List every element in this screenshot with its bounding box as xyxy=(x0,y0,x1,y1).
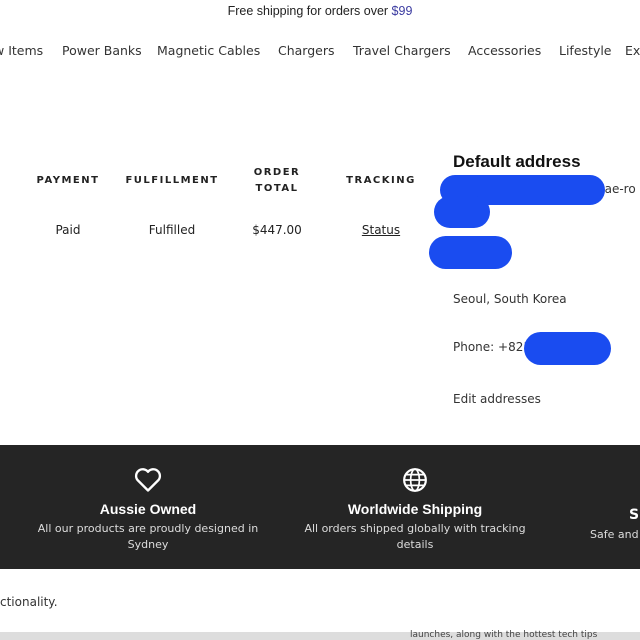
banner-text: Free shipping for orders over xyxy=(227,4,392,18)
feature-text: Safe and xyxy=(590,528,639,541)
redaction-mark xyxy=(524,332,611,365)
features-band: Aussie Owned All our products are proudl… xyxy=(0,445,640,569)
nav-accessories[interactable]: Accessories xyxy=(468,43,541,58)
footer-text: ctionality. xyxy=(0,595,58,609)
nav-lifestyle[interactable]: Lifestyle xyxy=(559,43,612,58)
nav-travel-chargers[interactable]: Travel Chargers xyxy=(353,43,451,58)
header-payment: PAYMENT xyxy=(36,175,100,186)
redaction-mark xyxy=(429,236,512,269)
shipping-banner: Free shipping for orders over $99 xyxy=(0,4,640,18)
header-tracking: TRACKING xyxy=(346,175,416,186)
feature-aussie-owned: Aussie Owned All our products are proudl… xyxy=(28,467,268,553)
feature-title: S xyxy=(629,507,640,523)
nav-power-banks[interactable]: Power Banks xyxy=(62,43,142,58)
payment-status: Paid xyxy=(55,223,81,237)
nav-new-items[interactable]: w Items xyxy=(0,43,43,58)
nav-magnetic-cables[interactable]: Magnetic Cables xyxy=(157,43,260,58)
address-city: Seoul, South Korea xyxy=(453,292,567,306)
heart-icon xyxy=(134,468,162,492)
banner-amount[interactable]: $99 xyxy=(392,4,413,18)
feature-text: All our products are proudly designed in… xyxy=(37,522,259,551)
default-address-title: Default address xyxy=(453,152,581,171)
order-total: $447.00 xyxy=(252,223,302,237)
nav-explore[interactable]: Exp xyxy=(625,43,640,58)
nav-chargers[interactable]: Chargers xyxy=(278,43,335,58)
feature-text: All orders shipped globally with trackin… xyxy=(304,522,526,551)
redaction-mark xyxy=(434,196,490,228)
feature-title: Aussie Owned xyxy=(99,501,197,517)
feature-worldwide-shipping: Worldwide Shipping All orders shipped gl… xyxy=(295,467,535,553)
header-order-total: ORDER TOTAL xyxy=(253,167,301,194)
fulfillment-status: Fulfilled xyxy=(148,223,196,237)
address-phone: Phone: +821 xyxy=(453,340,531,354)
tracking-status-link[interactable]: Status xyxy=(326,223,436,237)
feature-title: Worldwide Shipping xyxy=(347,501,483,517)
globe-icon xyxy=(403,468,427,492)
header-fulfillment: FULFILLMENT xyxy=(125,175,219,186)
edit-addresses-link[interactable]: Edit addresses xyxy=(453,392,541,406)
newsletter-text: launches, along with the hottest tech ti… xyxy=(410,630,598,640)
